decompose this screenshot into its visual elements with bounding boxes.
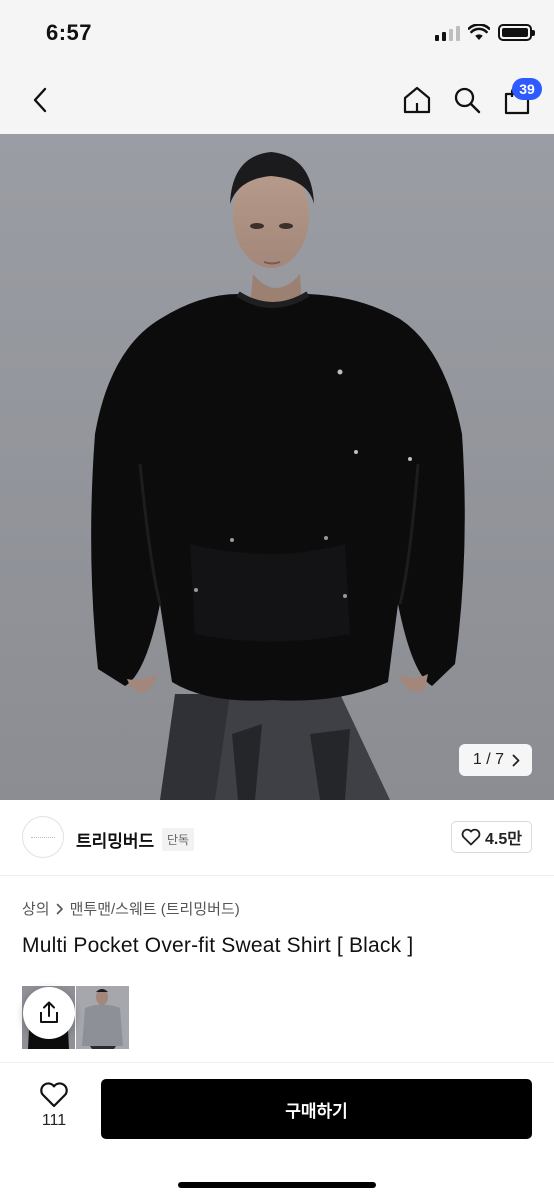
exclusive-badge: 단독	[162, 828, 195, 851]
cellular-signal-icon	[435, 25, 460, 41]
image-counter-text: 1 / 7	[472, 751, 504, 768]
status-bar: 6:57	[0, 0, 554, 66]
search-icon	[454, 87, 481, 114]
breadcrumb-category[interactable]: 상의	[22, 898, 50, 919]
back-button[interactable]	[22, 82, 58, 118]
status-time: 6:57	[46, 20, 93, 45]
brand-name[interactable]: 트리밍버드	[76, 827, 154, 852]
breadcrumb-subcategory[interactable]: 맨투맨/스웨트 (트리밍버드)	[70, 898, 240, 919]
nav-bar: 39	[0, 66, 554, 134]
chevron-right-icon	[56, 903, 63, 914]
breadcrumb: 상의 맨투맨/스웨트 (트리밍버드)	[22, 898, 240, 919]
heart-outline-icon	[40, 1082, 68, 1108]
image-counter[interactable]: 1 / 7	[458, 744, 532, 776]
status-icons	[435, 24, 535, 41]
product-title: Multi Pocket Over-fit Sweat Shirt [ Blac…	[22, 934, 414, 957]
back-arrow-icon	[33, 87, 47, 113]
buy-button[interactable]: 구매하기	[101, 1079, 532, 1139]
product-photo	[0, 134, 554, 800]
heart-outline-icon	[461, 828, 481, 846]
brand-like-count: 4.5만	[485, 831, 522, 848]
chevron-right-icon	[512, 754, 520, 766]
share-upload-icon	[40, 1001, 58, 1023]
product-image-carousel[interactable]: 1 / 7	[0, 134, 554, 800]
brand-logo[interactable]	[22, 816, 64, 858]
brand-row: 트리밍버드 단독 4.5만	[0, 800, 554, 876]
wishlist-button[interactable]: 111	[28, 1081, 80, 1130]
home-button[interactable]	[400, 80, 434, 120]
cart-count-badge: 39	[512, 78, 542, 100]
battery-icon	[498, 24, 535, 41]
share-button[interactable]	[23, 987, 75, 1039]
thumbnail-gray[interactable]	[76, 986, 129, 1049]
cart-button[interactable]: 39	[500, 78, 542, 120]
brand-like-button[interactable]: 4.5만	[451, 821, 532, 853]
home-icon	[403, 86, 431, 114]
home-indicator	[178, 1182, 376, 1188]
nav-actions: 39	[400, 78, 542, 120]
wifi-icon	[468, 24, 490, 40]
search-button[interactable]	[450, 80, 484, 120]
bottom-action-bar: 111 구매하기	[0, 1062, 554, 1200]
wishlist-count: 111	[41, 1112, 67, 1129]
